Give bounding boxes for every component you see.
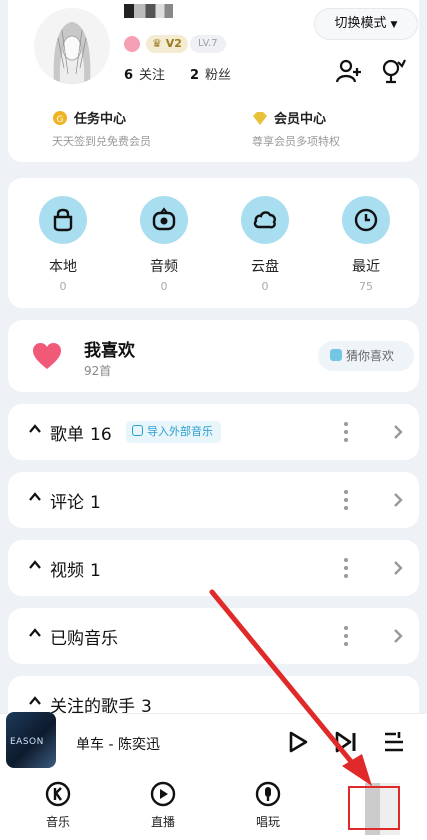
favorites-card[interactable]: 我喜欢 92首 猜你喜欢: [8, 320, 419, 392]
coin-icon: G: [52, 110, 68, 126]
avatar[interactable]: [34, 8, 110, 84]
quick-recent[interactable]: 最近 75: [331, 196, 401, 293]
chevron-right-icon[interactable]: [392, 424, 404, 440]
tab-sing[interactable]: 唱玩: [238, 781, 298, 830]
cloud-icon: [241, 196, 289, 244]
quick-local[interactable]: 本地 0: [28, 196, 98, 293]
quick-access-card: 本地 0 音频 0 云盘 0 最近 75: [8, 178, 419, 308]
diamond-icon: [252, 110, 268, 126]
live-play-icon: [150, 781, 176, 807]
quick-audio[interactable]: 音频 0: [129, 196, 199, 293]
chevron-up-icon[interactable]: [28, 422, 42, 436]
section-comments[interactable]: 评论 1: [8, 472, 419, 528]
chevron-up-icon[interactable]: [28, 490, 42, 504]
chevron-right-icon[interactable]: [392, 628, 404, 644]
chevron-right-icon[interactable]: [392, 492, 404, 508]
guess-you-like-button[interactable]: 猜你喜欢: [318, 341, 414, 371]
chevron-up-icon[interactable]: [28, 626, 42, 640]
more-vertical-icon[interactable]: [340, 556, 352, 580]
more-vertical-icon[interactable]: [340, 420, 352, 444]
section-videos[interactable]: 视频 1: [8, 540, 419, 596]
play-icon[interactable]: [286, 730, 310, 754]
level-badge[interactable]: LV.7: [190, 35, 226, 53]
section-count: 16: [90, 425, 112, 445]
quick-cloud[interactable]: 云盘 0: [230, 196, 300, 293]
section-title: 歌单: [50, 425, 84, 445]
chevron-up-icon[interactable]: [28, 558, 42, 572]
import-icon: [132, 425, 143, 436]
section-title: 视频: [50, 561, 84, 581]
pink-badge-icon: [124, 36, 140, 52]
switch-mode-button[interactable]: 切换模式 ▼: [314, 8, 418, 40]
local-music-icon: [39, 196, 87, 244]
more-vertical-icon[interactable]: [340, 624, 352, 648]
audio-icon: [140, 196, 188, 244]
section-purchased[interactable]: 已购音乐: [8, 608, 419, 664]
tab-music[interactable]: 音乐: [28, 781, 88, 830]
chevron-up-icon[interactable]: [28, 694, 42, 708]
import-music-tag[interactable]: 导入外部音乐: [126, 421, 221, 443]
vip-badge[interactable]: ♛ V2: [146, 35, 188, 53]
mini-player[interactable]: EASON 单车 - 陈奕迅: [0, 712, 427, 769]
svg-text:G: G: [57, 115, 64, 125]
mic-badge-icon[interactable]: [380, 58, 406, 84]
section-title: 评论: [50, 493, 84, 513]
annotation-box: [348, 786, 400, 830]
now-playing-title[interactable]: 单车 - 陈奕迅: [76, 734, 160, 754]
caret-down-icon: ▼: [390, 20, 398, 30]
chevron-right-icon[interactable]: [392, 560, 404, 576]
more-vertical-icon[interactable]: [340, 488, 352, 512]
next-track-icon[interactable]: [334, 730, 358, 754]
section-count: 1: [90, 493, 101, 513]
section-playlists[interactable]: 歌单 16 导入外部音乐: [8, 404, 419, 460]
clock-icon: [342, 196, 390, 244]
heart-icon: [33, 343, 61, 369]
section-count: 1: [90, 561, 101, 581]
favorites-count: 92首: [84, 364, 112, 378]
profile-card: ♛ V2 LV.7 6 关注 2 粉丝 切换模式 ▼ G 任务中心 天天签到兑免费会员…: [8, 0, 419, 162]
tab-live[interactable]: 直播: [133, 781, 193, 830]
music-k-icon: [45, 781, 71, 807]
section-title: 已购音乐: [50, 629, 118, 649]
following-stat[interactable]: 6 关注: [124, 64, 165, 83]
fans-stat[interactable]: 2 粉丝: [190, 64, 231, 83]
task-center[interactable]: G 任务中心 天天签到兑免费会员: [52, 108, 151, 149]
favorites-title: 我喜欢: [84, 341, 135, 361]
username: [124, 4, 196, 18]
radio-icon: [330, 349, 342, 361]
mic-icon: [255, 781, 281, 807]
add-friend-icon[interactable]: [336, 58, 362, 84]
album-cover[interactable]: EASON: [6, 712, 56, 768]
playlist-icon[interactable]: [382, 730, 406, 754]
member-center[interactable]: 会员中心 尊享会员多项特权: [252, 108, 340, 149]
